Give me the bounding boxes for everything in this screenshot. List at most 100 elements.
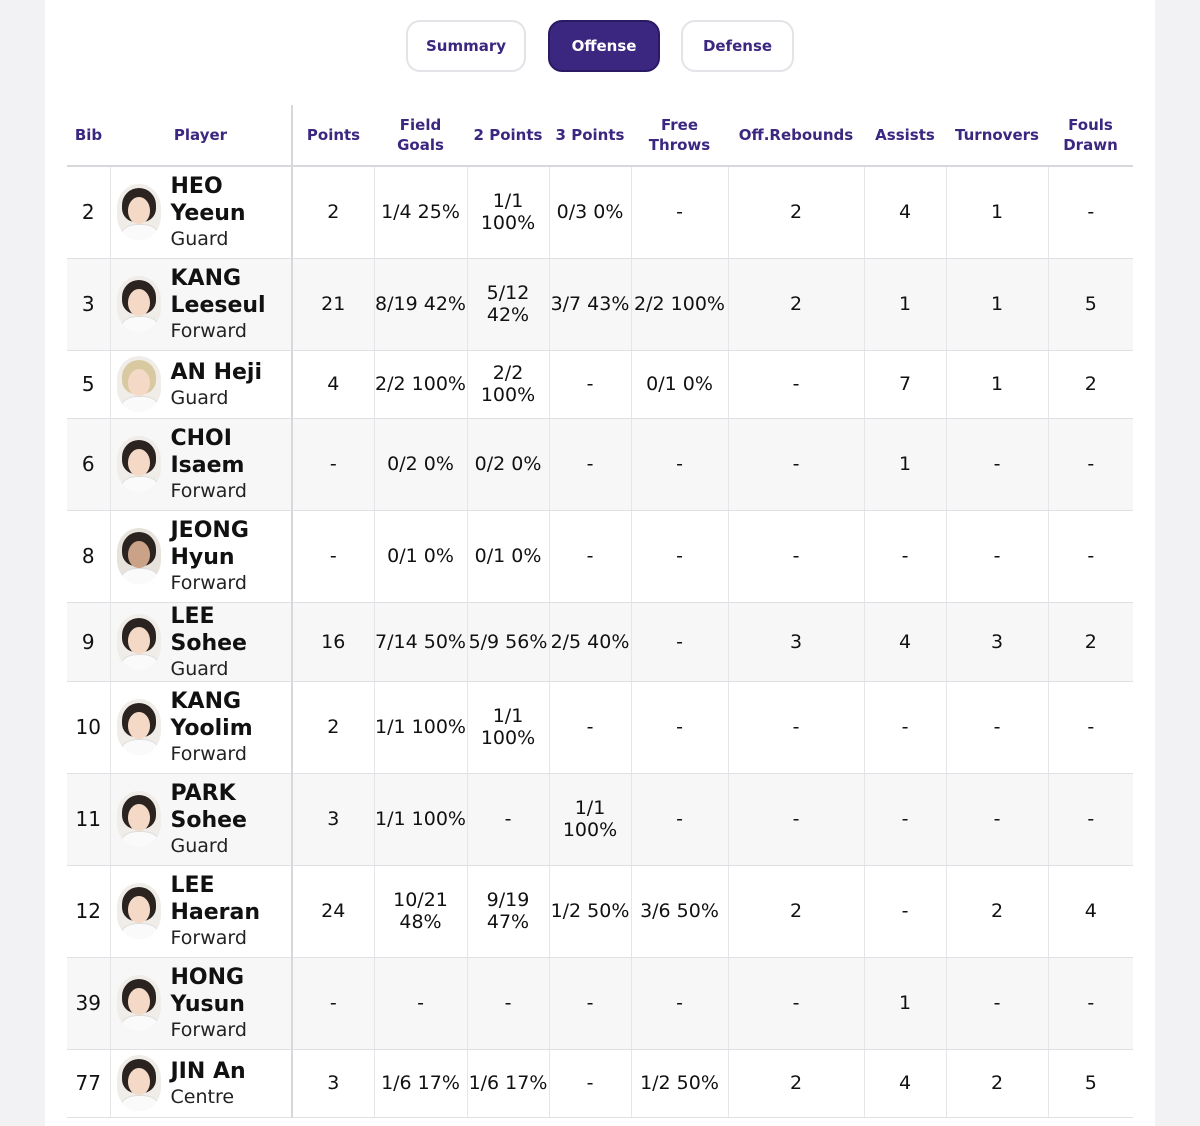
col-header-bib[interactable]: Bib [67, 105, 110, 167]
player-cell[interactable]: JEONG Hyun Forward [109, 510, 293, 603]
bib-cell: 9 [67, 602, 110, 682]
player-avatar[interactable] [116, 699, 161, 755]
player-avatar[interactable] [116, 356, 161, 412]
player-position: Centre [170, 1085, 235, 1108]
player-avatar[interactable] [116, 975, 161, 1031]
stats-tabs: Summary Offense Defense [0, 20, 1200, 75]
table-row[interactable]: 5 AN Heji Guard 4 2/2 100% 2/2 100% -0/1 0% -… [67, 350, 1133, 419]
player-cell[interactable]: AN Heji Guard [109, 350, 293, 419]
col-header-2-points[interactable]: 2 Points [467, 105, 549, 167]
player-name[interactable]: AN Heji [171, 359, 263, 386]
turnovers-cell: 2 [945, 865, 1048, 958]
player-name[interactable]: PARK Sohee [171, 780, 292, 834]
assists-cell: 4 [863, 1049, 946, 1118]
points-cell: - [291, 418, 374, 511]
player-name[interactable]: KANG Leeseul [171, 265, 292, 319]
two-points-cell: 1/1 100% [466, 166, 549, 259]
tab-summary[interactable]: Summary [406, 20, 526, 72]
player-name[interactable]: LEE Sohee [171, 603, 292, 657]
player-cell[interactable]: KANG Yoolim Forward [109, 681, 293, 774]
assists-cell: 4 [863, 602, 946, 682]
field-goals-cell: 1/1 100% [373, 681, 467, 774]
col-header-player[interactable]: Player [110, 105, 293, 167]
table-row[interactable]: 2 HEO Yeeun Guard 2 1/4 25% 1/1 100% 0/3 0% -… [67, 166, 1133, 259]
player-avatar[interactable] [116, 791, 161, 847]
fouls-drawn-cell: 2 [1047, 602, 1133, 682]
table-row[interactable]: 39 HONG Yusun Forward - - - - - -1- - [67, 957, 1133, 1050]
player-name[interactable]: HEO Yeeun [171, 173, 292, 227]
player-name[interactable]: CHOI Isaem [171, 425, 292, 479]
col-header-fouls-drawn[interactable]: Fouls Drawn [1048, 105, 1133, 167]
free-throws-cell: 3/6 50% [630, 865, 728, 958]
tab-defense[interactable]: Defense [681, 20, 794, 72]
col-header-assists[interactable]: Assists [864, 105, 946, 167]
table-row[interactable]: 12 LEE Haeran Forward 24 10/21 48% 9/19 47%… [67, 865, 1133, 958]
player-avatar[interactable] [116, 276, 161, 332]
points-cell: 24 [291, 865, 374, 958]
turnovers-cell: - [945, 418, 1048, 511]
free-throws-cell: 1/2 50% [630, 1049, 728, 1118]
table-row[interactable]: 77 JIN An Centre 3 1/6 17% 1/6 17% -1/2 50% 2… [67, 1049, 1133, 1118]
col-header-free-throws[interactable]: Free Throws [631, 105, 728, 167]
player-cell[interactable]: HEO Yeeun Guard [109, 166, 293, 259]
off-rebounds-cell: 2 [727, 258, 864, 351]
points-cell: - [291, 510, 374, 603]
off-rebounds-cell: - [727, 957, 864, 1050]
points-cell: 4 [291, 350, 374, 419]
player-avatar[interactable] [116, 1055, 161, 1111]
player-cell[interactable]: JIN An Centre [109, 1049, 293, 1118]
player-name[interactable]: JIN An [171, 1058, 246, 1085]
player-position: Forward [170, 572, 247, 594]
bib-cell: 11 [67, 773, 110, 866]
free-throws-cell: - [630, 510, 728, 603]
player-cell[interactable]: HONG Yusun Forward [109, 957, 293, 1050]
off-rebounds-cell: - [727, 681, 864, 774]
points-cell: 2 [291, 166, 374, 259]
player-name[interactable]: KANG Yoolim [171, 688, 292, 742]
off-rebounds-cell: - [727, 350, 864, 419]
two-points-cell: 1/6 17% [466, 1049, 549, 1118]
fouls-drawn-cell: 4 [1047, 865, 1133, 958]
bib-cell: 39 [67, 957, 110, 1050]
player-name[interactable]: HONG Yusun [171, 964, 292, 1018]
col-header-points[interactable]: Points [292, 105, 374, 167]
fouls-drawn-cell: - [1047, 773, 1133, 866]
col-header-off-rebounds[interactable]: Off.Rebounds [728, 105, 864, 167]
points-cell: 3 [291, 1049, 374, 1118]
two-points-cell: - [466, 957, 549, 1050]
player-avatar[interactable] [116, 436, 161, 492]
off-rebounds-cell: - [727, 510, 864, 603]
player-avatar[interactable] [116, 528, 161, 584]
player-name[interactable]: LEE Haeran [171, 872, 292, 926]
player-cell[interactable]: CHOI Isaem Forward [109, 418, 293, 511]
tab-offense[interactable]: Offense [548, 20, 660, 72]
player-cell[interactable]: LEE Sohee Guard [109, 602, 293, 682]
player-avatar[interactable] [116, 184, 161, 241]
player-name[interactable]: JEONG Hyun [171, 517, 292, 571]
col-header-field-goals[interactable]: Field Goals [374, 105, 467, 167]
table-row[interactable]: 6 CHOI Isaem Forward -0/2 0% 0/2 0% - - -1- - [67, 418, 1133, 511]
table-row[interactable]: 10 KANG Yoolim Forward 2 1/1 100% 1/1 100% -… [67, 681, 1133, 774]
fouls-drawn-cell: 5 [1047, 1049, 1133, 1118]
player-cell[interactable]: KANG Leeseul Forward [109, 258, 293, 351]
bib-cell: 12 [67, 865, 110, 958]
table-row[interactable]: 8 JEONG Hyun Forward -0/1 0% 0/1 0% - - - - - - [67, 510, 1133, 603]
fouls-drawn-cell: - [1047, 418, 1133, 511]
table-row[interactable]: 9 LEE Sohee Guard 16 7/14 50% 5/9 56% 2/5 40… [67, 602, 1133, 682]
off-rebounds-cell: 3 [727, 602, 864, 682]
player-position: Guard [170, 835, 229, 857]
player-avatar[interactable] [116, 613, 161, 670]
assists-cell: 7 [863, 350, 946, 419]
col-header-3-points[interactable]: 3 Points [549, 105, 631, 167]
two-points-cell: 5/9 56% [466, 602, 549, 682]
table-row[interactable]: 3 KANG Leeseul Forward 21 8/19 42% 5/12 42%… [67, 258, 1133, 351]
col-header-turnovers[interactable]: Turnovers [946, 105, 1048, 167]
two-points-cell: 2/2 100% [466, 350, 549, 419]
player-cell[interactable]: LEE Haeran Forward [109, 865, 293, 958]
player-cell[interactable]: PARK Sohee Guard [109, 773, 293, 866]
three-points-cell: - [548, 418, 631, 511]
two-points-cell: - [466, 773, 549, 866]
table-row[interactable]: 11 PARK Sohee Guard 3 1/1 100% -1/1 100% - - -… [67, 773, 1133, 866]
player-avatar[interactable] [116, 883, 161, 939]
off-rebounds-cell: 2 [727, 166, 864, 259]
